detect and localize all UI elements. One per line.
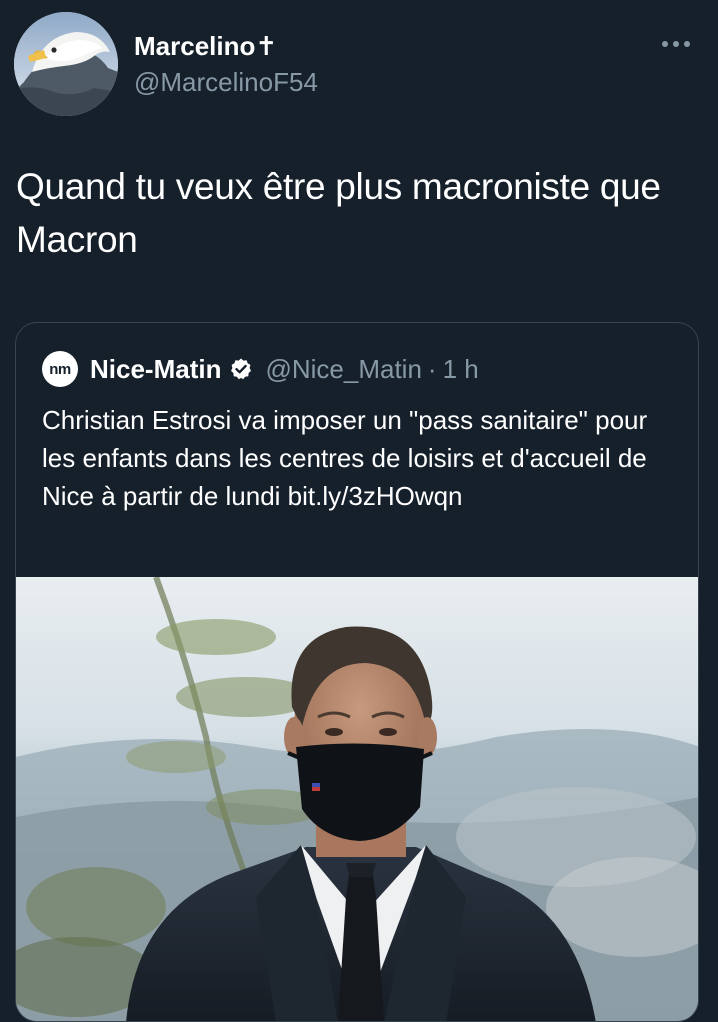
more-options-button[interactable] [654, 30, 698, 58]
man-in-mask-photo [16, 577, 698, 1021]
eagle-avatar-icon [14, 12, 118, 116]
tweet-text: Quand tu veux être plus macroniste que M… [16, 166, 661, 260]
quoted-tweet-image[interactable] [16, 577, 698, 1021]
more-dots-icon [662, 41, 690, 47]
tweet: Marcelino✝ @MarcelinoF54 Quand tu veux ê… [0, 0, 718, 1022]
quoted-timestamp[interactable]: 1 h [443, 354, 479, 385]
quoted-tweet-card[interactable]: nm Nice-Matin @Nice_Matin · 1 h Christia… [15, 322, 699, 1022]
author-display-name[interactable]: Marcelino✝ [134, 30, 277, 62]
quoted-handle[interactable]: @Nice_Matin [265, 354, 421, 385]
verified-badge-icon [229, 357, 253, 381]
avatar[interactable] [14, 12, 118, 116]
nice-matin-logo[interactable]: nm [42, 351, 78, 387]
quoted-tweet-header: nm Nice-Matin @Nice_Matin · 1 h [42, 351, 479, 387]
quoted-tweet-text: Christian Estrosi va imposer un "pass sa… [42, 405, 648, 511]
author-handle[interactable]: @MarcelinoF54 [134, 66, 318, 98]
separator-dot: · [427, 353, 437, 384]
quoted-display-name[interactable]: Nice-Matin [90, 354, 221, 385]
